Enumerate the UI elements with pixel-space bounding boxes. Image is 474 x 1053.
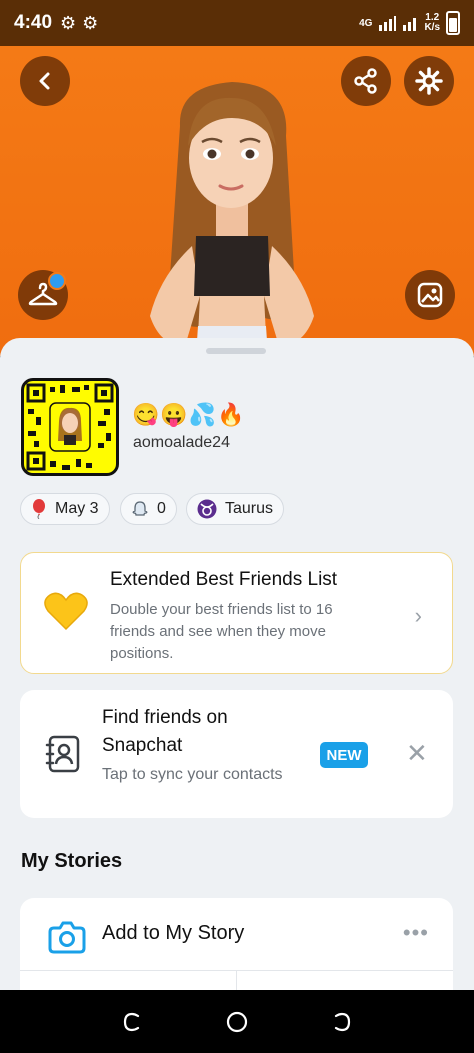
birthday-label: May 3 (55, 500, 99, 517)
divider-vertical (236, 970, 237, 990)
status-emojis: 😋😛💦🔥 (132, 402, 246, 427)
contacts-icon (45, 735, 80, 773)
system-nav-bar (0, 990, 474, 1053)
ebf-description: Double your best friends list to 16 frie… (110, 601, 333, 662)
ebf-title: Extended Best Friends List (110, 569, 338, 590)
recents-icon[interactable] (121, 1011, 143, 1033)
back-button[interactable] (20, 56, 70, 106)
share-button[interactable] (341, 56, 391, 106)
find-friends-title: Find friends on Snapchat (102, 707, 228, 756)
snapcode-pattern (26, 383, 114, 471)
gallery-button[interactable] (405, 270, 455, 320)
drag-handle[interactable] (206, 348, 266, 354)
profile-sheet: 😋😛💦🔥 aomoalade24 May 3 0 Taurus Extended… (0, 338, 474, 990)
share-icon (354, 68, 377, 94)
new-badge: NEW (320, 742, 368, 768)
settings-notification-icon: ⚙ (60, 12, 77, 33)
yellow-heart-icon (44, 592, 88, 631)
notification-dot (48, 272, 66, 290)
close-icon[interactable]: ✕ (406, 738, 428, 769)
settings-notification-icon-2: ⚙ (82, 12, 99, 33)
find-friends-description: Tap to sync your contacts (102, 766, 283, 783)
bitmoji-avatar (150, 82, 314, 356)
snapcode[interactable] (21, 378, 119, 476)
add-story-card[interactable]: Add to My Story ••• (20, 898, 453, 990)
friends-chip[interactable]: 0 (120, 493, 177, 525)
friends-count: 0 (157, 500, 166, 517)
outfit-button[interactable] (18, 270, 68, 320)
status-time: 4:40 (14, 12, 53, 33)
zodiac-chip[interactable]: Taurus (186, 493, 285, 525)
signal-icon (379, 16, 397, 31)
zodiac-label: Taurus (225, 500, 274, 517)
signal-icon-2 (403, 18, 417, 31)
ghost-icon (132, 501, 148, 516)
image-icon (417, 282, 443, 308)
my-stories-heading: My Stories (21, 850, 123, 872)
extended-bff-card[interactable]: Extended Best Friends List Double your b… (20, 552, 453, 674)
gear-icon (415, 67, 443, 95)
chevron-right-icon: › (414, 603, 422, 628)
back-nav-icon[interactable] (331, 1011, 353, 1033)
birthday-chip[interactable]: May 3 (20, 493, 110, 525)
find-friends-card[interactable]: Find friends on Snapchat Tap to sync you… (20, 690, 453, 818)
network-type: 4G (359, 17, 373, 29)
more-options-icon[interactable]: ••• (403, 920, 429, 946)
settings-button[interactable] (404, 56, 454, 106)
profile-header (0, 46, 474, 356)
home-icon[interactable] (225, 1010, 249, 1034)
battery-icon (446, 11, 460, 35)
speed-unit: K/s (424, 22, 440, 33)
status-bar: 4:40 ⚙ ⚙ 4G 1.2 K/s (0, 0, 474, 46)
balloon-icon (33, 499, 45, 519)
taurus-icon (197, 499, 217, 519)
chevron-left-icon (39, 72, 50, 90)
network-speed: 1.2 K/s (424, 13, 440, 33)
add-story-label: Add to My Story (102, 922, 245, 944)
username: aomoalade24 (133, 434, 230, 451)
camera-icon (48, 921, 86, 954)
